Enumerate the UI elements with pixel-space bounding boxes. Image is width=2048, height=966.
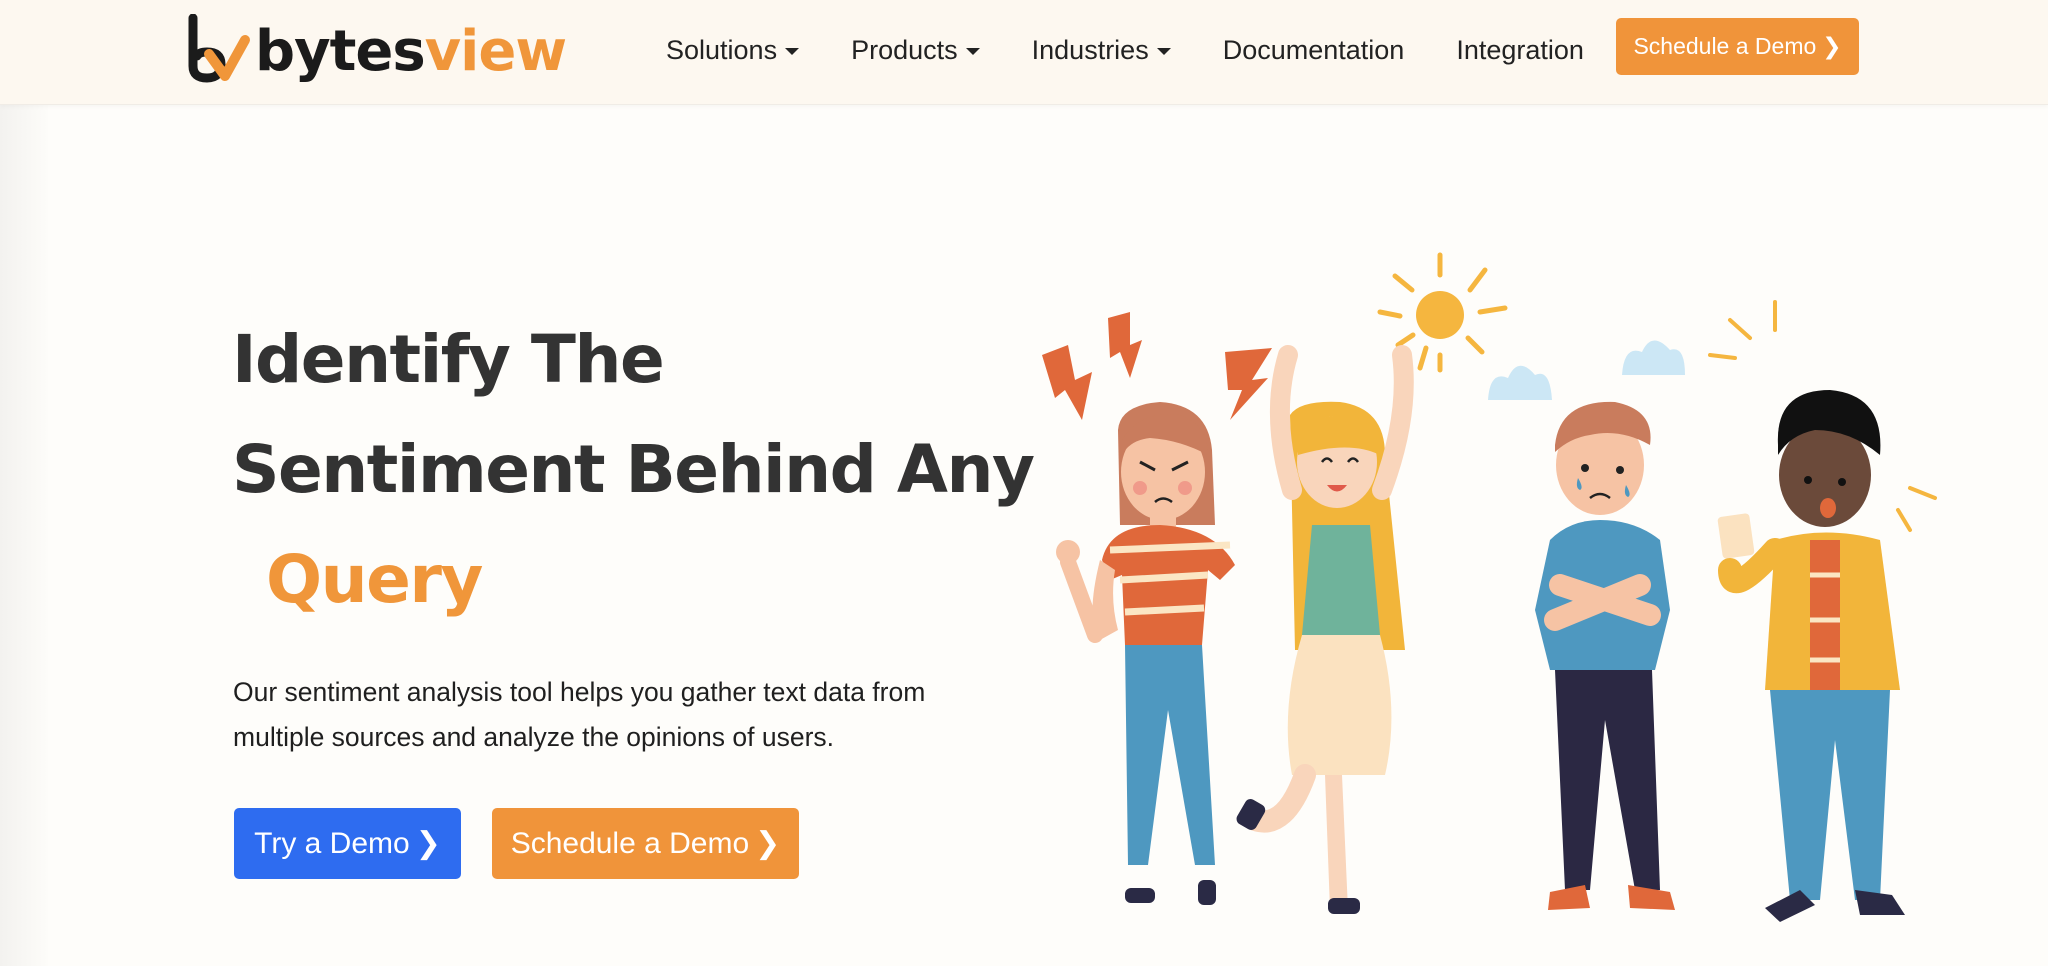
hero-title-line-2: Sentiment Behind Any — [232, 431, 1035, 508]
hero-description: Our sentiment analysis tool helps you ga… — [233, 677, 926, 752]
nav-schedule-demo-button[interactable]: Schedule a Demo ❯ — [1616, 18, 1859, 75]
try-demo-button[interactable]: Try a Demo ❯ — [234, 808, 461, 879]
cloud-icon — [1488, 340, 1685, 400]
sad-boy-figure — [1535, 401, 1675, 910]
navbar: bytesview Solutions Products Industries … — [0, 0, 2048, 105]
caret-down-icon — [965, 47, 980, 55]
bytesview-logo-icon — [188, 14, 250, 83]
schedule-demo-button[interactable]: Schedule a Demo ❯ — [492, 808, 799, 879]
main-nav: Solutions Products Industries Documentat… — [666, 0, 1612, 100]
chevron-right-icon: ❯ — [755, 827, 781, 860]
brand-name: bytesview — [255, 19, 567, 84]
nav-item-solutions[interactable]: Solutions — [666, 35, 800, 66]
caret-down-icon — [1156, 47, 1171, 55]
surprised-boy-figure — [1717, 390, 1905, 922]
nav-item-documentation[interactable]: Documentation — [1223, 35, 1405, 66]
happy-girl-figure — [1236, 345, 1414, 914]
angry-girl-figure — [1056, 402, 1235, 905]
hero-title-accent: Query — [266, 541, 483, 618]
sentiment-people-illustration — [1042, 252, 1937, 922]
caret-down-icon — [785, 47, 800, 55]
brand-logo[interactable]: bytesview — [185, 14, 567, 86]
nav-item-products[interactable]: Products — [851, 35, 980, 66]
page-left-shade — [0, 105, 48, 966]
nav-item-industries[interactable]: Industries — [1032, 35, 1171, 66]
nav-item-integration[interactable]: Integration — [1456, 35, 1584, 66]
chevron-right-icon: ❯ — [1822, 33, 1842, 59]
chevron-right-icon: ❯ — [415, 827, 441, 860]
hero-title: Identify The Sentiment Behind Any Query — [232, 305, 1035, 635]
hero-title-line-1: Identify The — [232, 321, 665, 398]
